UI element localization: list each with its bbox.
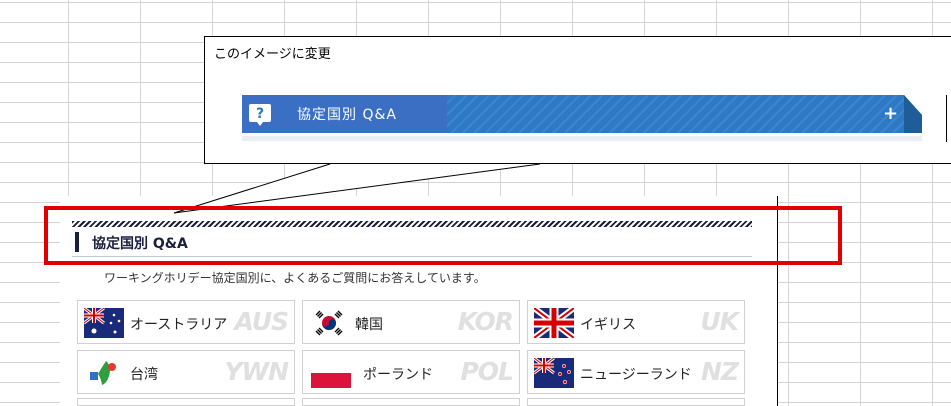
country-card-partial <box>527 398 745 406</box>
country-card-partial <box>302 398 520 406</box>
qa-bar-label: 協定国別 Q&A <box>297 107 397 123</box>
uk-flag-icon <box>534 308 574 338</box>
country-card-korea[interactable]: 韓国 KOR <box>302 300 520 344</box>
country-card-uk[interactable]: イギリス UK <box>527 300 745 344</box>
country-code: POL <box>460 357 514 386</box>
country-name: オーストラリア <box>130 317 228 333</box>
question-icon: ? <box>249 104 271 126</box>
country-card-australia[interactable]: オーストラリア AUS <box>77 300 295 344</box>
callout-edge <box>946 95 947 142</box>
plus-icon[interactable]: + <box>883 103 898 124</box>
country-code: NZ <box>700 357 739 386</box>
callout-title: このイメージに変更 <box>214 47 331 62</box>
australia-flag-icon <box>84 308 124 338</box>
country-name: 台湾 <box>130 367 158 383</box>
country-card-new-zealand[interactable]: ニュージーランド NZ <box>527 350 745 394</box>
qa-accordion-bar[interactable]: ? 協定国別 Q&A + <box>242 95 922 133</box>
highlight-frame <box>44 206 842 265</box>
country-code: UK <box>700 307 739 336</box>
country-name: ポーランド <box>363 367 433 383</box>
country-name: 韓国 <box>355 317 383 333</box>
question-glyph: ? <box>256 106 264 122</box>
country-card-poland[interactable]: ポーランド POL <box>302 350 520 394</box>
intro-text: ワーキングホリデー協定国別に、よくあるご質問にお答えしています。 <box>104 271 486 285</box>
country-card-partial <box>77 398 295 406</box>
taiwan-logo-icon <box>90 361 116 385</box>
country-name: ニュージーランド <box>580 367 692 383</box>
poland-flag-icon <box>311 358 351 388</box>
country-code: AUS <box>234 307 289 336</box>
country-card-taiwan[interactable]: 台湾 YWN <box>77 350 295 394</box>
new-zealand-flag-icon <box>534 358 574 388</box>
country-code: KOR <box>457 307 514 336</box>
korea-flag-icon <box>309 308 349 338</box>
country-code: YWN <box>224 357 289 386</box>
country-name: イギリス <box>580 317 636 333</box>
qa-bar-shadow <box>242 136 922 141</box>
